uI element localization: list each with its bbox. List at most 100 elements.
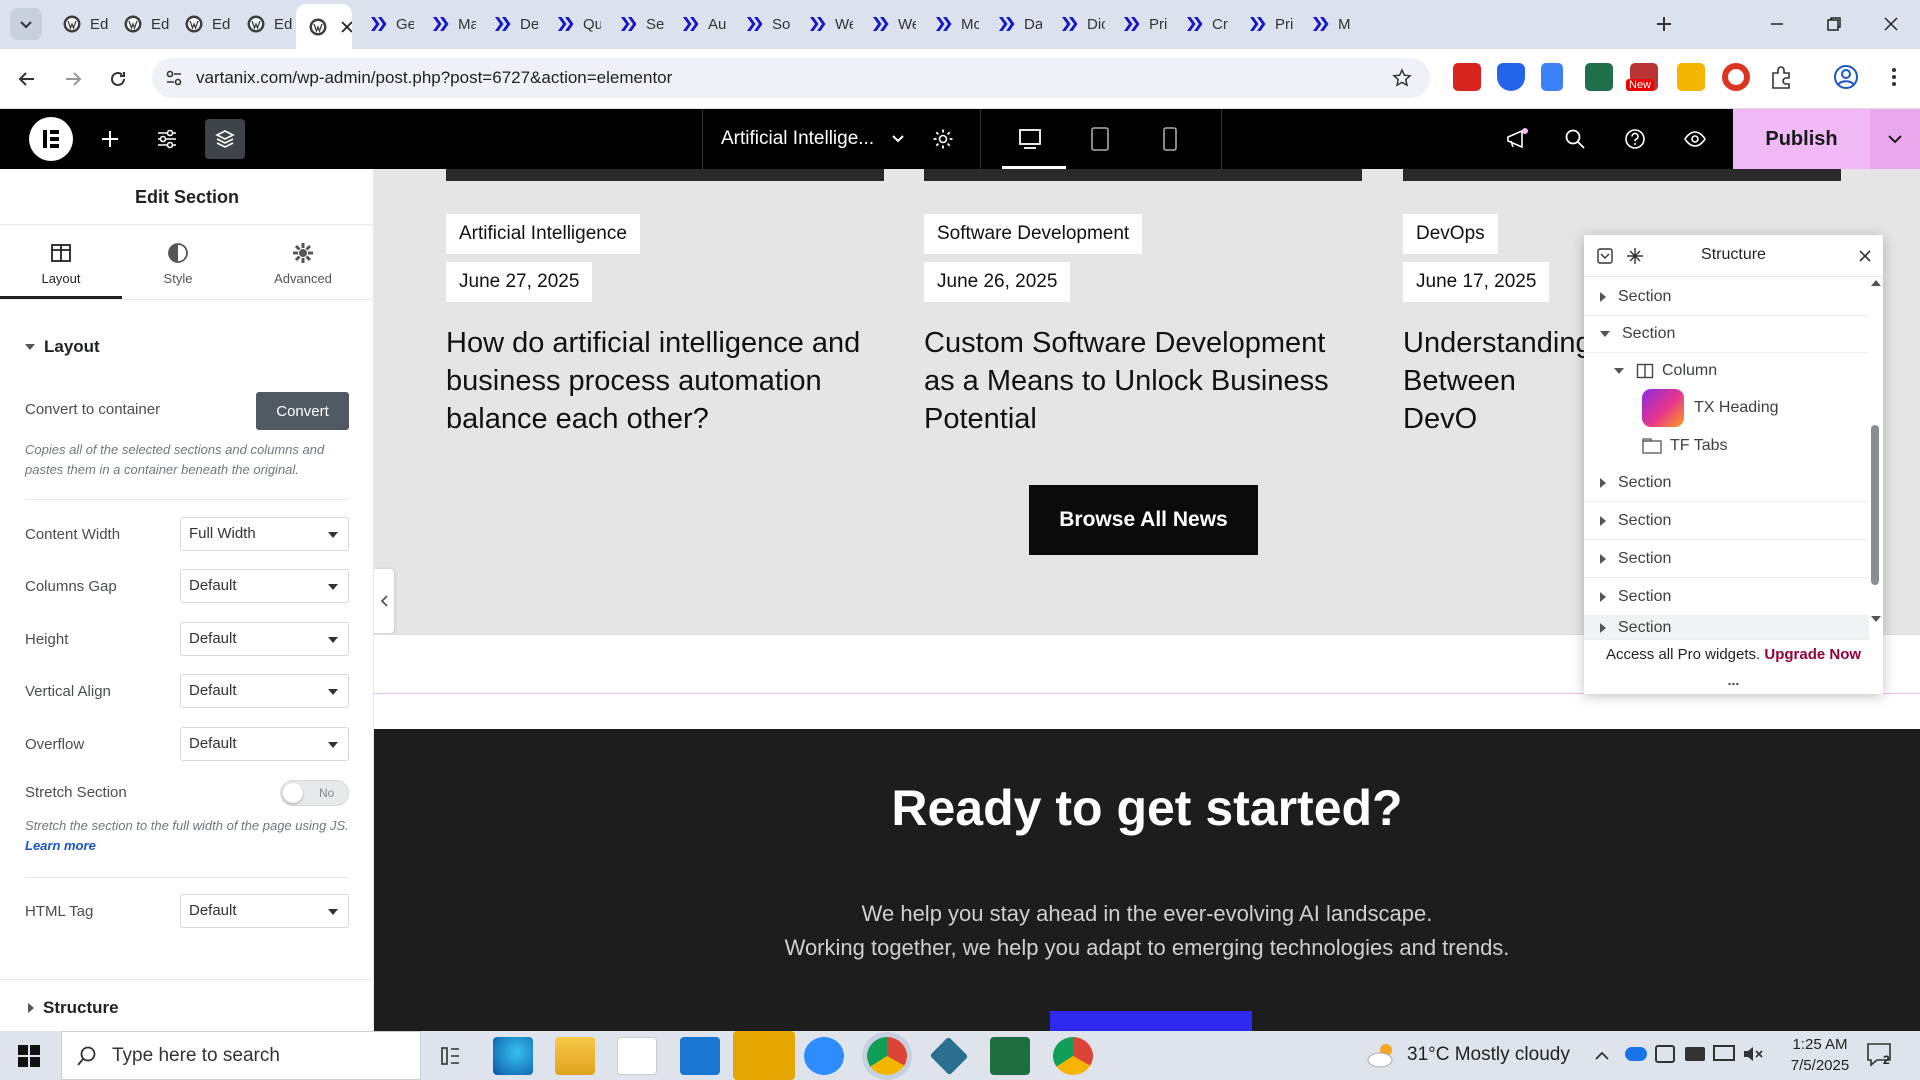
height-select[interactable]: Default: [180, 622, 349, 656]
browser-tab[interactable]: We: [858, 6, 916, 42]
extensions-puzzle-icon[interactable]: [1767, 63, 1795, 91]
pokeball-extension-icon[interactable]: [1722, 63, 1750, 91]
new-tab-button[interactable]: [1642, 8, 1686, 40]
caret-right-icon[interactable]: [1600, 477, 1606, 488]
caret-right-icon[interactable]: [1600, 291, 1606, 302]
browser-tab[interactable]: Pri: [1235, 6, 1293, 42]
volume-muted-icon[interactable]: [1742, 1045, 1764, 1063]
browser-tab[interactable]: M: [1298, 6, 1350, 42]
navigator-row[interactable]: Section: [1584, 578, 1869, 616]
browser-tab[interactable]: Ed: [172, 6, 230, 42]
browser-tab[interactable]: Ma: [418, 6, 476, 42]
browse-all-news-button[interactable]: Browse All News: [1029, 485, 1258, 555]
tab-style[interactable]: Style: [117, 241, 239, 286]
tab-layout[interactable]: Layout: [0, 241, 122, 286]
browser-tab[interactable]: Ed: [111, 6, 169, 42]
lightning-extension-icon[interactable]: [1677, 63, 1705, 91]
caret-right-icon[interactable]: [1600, 553, 1606, 564]
mail-icon[interactable]: [680, 1037, 720, 1075]
columns-gap-select[interactable]: Default: [180, 569, 349, 603]
chrome-profile-icon[interactable]: [1053, 1037, 1093, 1075]
browser-tab[interactable]: Dic: [1047, 6, 1105, 42]
file-explorer-icon[interactable]: [555, 1037, 595, 1075]
reload-button[interactable]: [100, 61, 136, 97]
task-view-icon[interactable]: [430, 1037, 470, 1075]
navigator-row[interactable]: Section: [1584, 502, 1869, 540]
preview-button[interactable]: [1675, 119, 1715, 159]
stretch-section-toggle[interactable]: No: [280, 780, 349, 806]
browser-tab[interactable]: [296, 4, 352, 49]
browser-tab[interactable]: De: [480, 6, 538, 42]
taskbar-search[interactable]: Type here to search: [61, 1031, 421, 1080]
browser-tab[interactable]: Au: [668, 6, 726, 42]
navigator-row[interactable]: Section: [1584, 464, 1869, 502]
browser-tab[interactable]: Ge: [356, 6, 414, 42]
cta-button[interactable]: [1050, 1011, 1252, 1031]
post-category[interactable]: Software Development: [924, 214, 1143, 254]
structure-toggle-button[interactable]: [205, 119, 245, 159]
publish-button[interactable]: Publish: [1733, 109, 1870, 169]
elementor-logo-icon[interactable]: [29, 117, 73, 161]
learn-more-link[interactable]: Learn more: [25, 838, 96, 853]
upgrade-now-link[interactable]: Upgrade Now: [1764, 646, 1861, 663]
add-element-button[interactable]: [90, 119, 130, 159]
browser-tab[interactable]: Qu: [543, 6, 601, 42]
tab-advanced[interactable]: Advanced: [242, 241, 364, 286]
overflow-select[interactable]: Default: [180, 727, 349, 761]
navigator-row[interactable]: Section: [1584, 540, 1869, 578]
restore-button[interactable]: [1812, 8, 1856, 40]
navigator-header[interactable]: Structure: [1584, 235, 1883, 277]
tab-search-button[interactable]: [10, 8, 42, 40]
bookmark-star-icon[interactable]: [1392, 68, 1412, 88]
address-bar[interactable]: vartanix.com/wp-admin/post.php?post=6727…: [152, 58, 1430, 98]
navigator-row[interactable]: TF Tabs: [1584, 427, 1869, 465]
weather-icon[interactable]: [1366, 1041, 1398, 1069]
browser-tab[interactable]: Pri: [1109, 6, 1167, 42]
cta-section[interactable]: Ready to get started? We help you stay a…: [374, 729, 1920, 1031]
layout-section-toggle[interactable]: Layout: [25, 337, 100, 357]
new-extension-icon[interactable]: New: [1626, 63, 1658, 91]
tablet-view-button[interactable]: [1080, 119, 1120, 159]
post-title[interactable]: Custom Software Development as a Means t…: [924, 324, 1364, 438]
caret-down-icon[interactable]: [1614, 368, 1624, 374]
excel-icon[interactable]: [990, 1037, 1030, 1075]
battery-icon[interactable]: [1685, 1047, 1705, 1061]
microsoft-store-icon[interactable]: [617, 1037, 657, 1075]
browser-tab[interactable]: Ed: [50, 6, 108, 42]
site-settings-button[interactable]: [147, 119, 187, 159]
help-button[interactable]: [1615, 119, 1655, 159]
forward-button[interactable]: [55, 61, 91, 97]
browser-menu-icon[interactable]: [1880, 63, 1908, 91]
wallet-extension-icon[interactable]: [1585, 63, 1613, 91]
browser-tab[interactable]: Mc: [921, 6, 979, 42]
browser-tab[interactable]: So: [732, 6, 790, 42]
shield-extension-icon[interactable]: [1497, 63, 1525, 91]
minimize-button[interactable]: [1755, 8, 1799, 40]
onedrive-icon[interactable]: [1625, 1047, 1647, 1061]
notification-center-icon[interactable]: 2: [1865, 1041, 1895, 1069]
structure-section-toggle[interactable]: Structure: [28, 998, 119, 1018]
content-width-select[interactable]: Full Width: [180, 517, 349, 551]
clock[interactable]: 1:25 AM 7/5/2025: [1775, 1034, 1865, 1076]
navigator-row[interactable]: Section: [1584, 616, 1869, 640]
pdf-extension-icon[interactable]: [1453, 63, 1481, 91]
scroll-up-icon[interactable]: [1871, 280, 1881, 286]
caret-right-icon[interactable]: [1600, 622, 1606, 633]
chrome-icon[interactable]: [867, 1037, 907, 1075]
chevron-up-icon[interactable]: [1594, 1049, 1610, 1061]
zoom-icon[interactable]: [804, 1037, 844, 1075]
navigator-row[interactable]: Section: [1584, 315, 1869, 353]
navigator-row[interactable]: Column: [1584, 352, 1869, 390]
browser-tab[interactable]: Da: [984, 6, 1042, 42]
page-settings-button[interactable]: [923, 119, 963, 159]
caret-down-icon[interactable]: [1600, 330, 1610, 337]
scrollbar-thumb[interactable]: [1871, 425, 1879, 585]
browser-tab[interactable]: Ed: [234, 6, 292, 42]
browser-tab[interactable]: Sel: [606, 6, 664, 42]
post-thumbnail[interactable]: [1403, 169, 1841, 181]
browser-tab[interactable]: We: [795, 6, 853, 42]
caret-right-icon[interactable]: [1600, 591, 1606, 602]
post-title[interactable]: How do artificial intelligence and busin…: [446, 324, 886, 438]
mobile-view-button[interactable]: [1150, 119, 1190, 159]
navigator-row[interactable]: Section: [1584, 278, 1869, 316]
